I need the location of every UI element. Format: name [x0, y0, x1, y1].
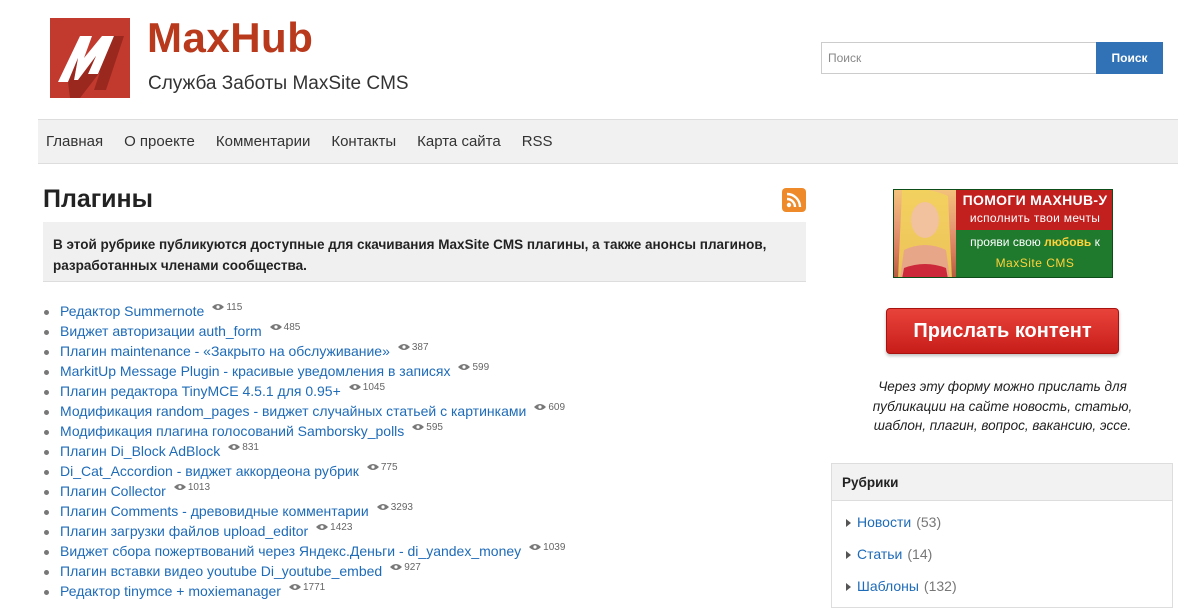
post-link[interactable]: Редактор Summernote — [60, 300, 204, 321]
post-link[interactable]: Редактор tinymce + moxiemanager — [60, 580, 281, 601]
banner-photo — [894, 190, 956, 277]
post-link[interactable]: Di_Cat_Accordion - виджет аккордеона руб… — [60, 460, 359, 481]
rubric-link-templates[interactable]: Шаблоны — [857, 578, 919, 594]
rubrics-list: Новости (53) Статьи (14) Шаблоны (132) — [832, 501, 1172, 607]
list-item: Модификация random_pages - виджет случай… — [43, 400, 565, 420]
list-item: Редактор Summernote 115 — [43, 300, 565, 320]
category-description: В этой рубрике публикуются доступные для… — [43, 222, 806, 282]
rubric-count: (53) — [916, 514, 942, 530]
post-link[interactable]: Модификация плагина голосований Samborsk… — [60, 420, 404, 441]
view-count: 1423 — [316, 522, 352, 534]
list-item: Модификация плагина голосований Samborsk… — [43, 420, 565, 440]
list-item: Плагин Collector 1013 — [43, 480, 565, 500]
list-item: Плагин maintenance - «Закрыто на обслужи… — [43, 340, 565, 360]
post-link[interactable]: Плагин Comments - древовидные комментари… — [60, 500, 369, 521]
post-link[interactable]: Модификация random_pages - виджет случай… — [60, 400, 526, 421]
eye-icon — [458, 364, 471, 371]
view-count: 485 — [269, 322, 300, 334]
view-count: 387 — [397, 342, 429, 354]
list-item: Плагин вставки видео youtube Di_youtube_… — [43, 560, 565, 580]
eye-icon — [228, 444, 241, 451]
rubric-count: (132) — [923, 578, 957, 594]
list-item: MarkitUp Message Plugin - красивые уведо… — [43, 360, 565, 380]
view-count: 595 — [412, 422, 443, 434]
eye-icon — [529, 544, 542, 551]
page-title: Плагины — [43, 185, 153, 213]
view-count: 115 — [212, 302, 242, 314]
view-count: 3293 — [376, 502, 413, 514]
post-link[interactable]: MarkitUp Message Plugin - красивые уведо… — [60, 360, 450, 381]
search-input[interactable] — [821, 42, 1097, 74]
rubric-link-news[interactable]: Новости — [857, 514, 911, 530]
view-count: 775 — [366, 462, 398, 474]
list-item: Плагин Di_Block AdBlock 831 — [43, 440, 565, 460]
rubrics-widget: Рубрики Новости (53) Статьи (14) Шаблоны (1… — [831, 463, 1173, 608]
view-count: 599 — [458, 362, 489, 374]
eye-icon — [288, 584, 301, 591]
post-link[interactable]: Плагин загрузки файлов upload_editor — [60, 520, 308, 541]
rubrics-title: Рубрики — [832, 464, 1172, 501]
nav-item-sitemap[interactable]: Карта сайта — [417, 133, 501, 150]
post-link[interactable]: Плагин редактора TinyMCE 4.5.1 для 0.95+ — [60, 380, 341, 401]
view-count: 1013 — [173, 482, 210, 494]
site-title[interactable]: MaxHub — [147, 14, 313, 62]
list-item: Редактор tinymce + moxiemanager 1771 — [43, 580, 565, 600]
rubric-count: (14) — [907, 546, 933, 562]
banner-subheading: исполнить твои мечты — [969, 211, 1101, 225]
view-count: 1039 — [529, 542, 565, 554]
banner-heading: ПОМОГИ MAXHUB-У — [962, 192, 1108, 208]
eye-icon — [390, 564, 403, 571]
rubric-item: Шаблоны (132) — [846, 575, 1172, 607]
view-count: 927 — [390, 562, 421, 574]
view-count: 1045 — [348, 382, 385, 394]
search-button[interactable]: Поиск — [1096, 42, 1163, 74]
list-item: Плагин Comments - древовидные комментари… — [43, 500, 565, 520]
nav-item-contacts[interactable]: Контакты — [331, 133, 396, 150]
view-count: 831 — [228, 442, 259, 454]
list-item: Виджет авторизации auth_form 485 — [43, 320, 565, 340]
list-item: Виджет сбора пожертвований через Яндекс.… — [43, 540, 565, 560]
nav-item-home[interactable]: Главная — [46, 133, 103, 150]
site-logo[interactable] — [50, 18, 130, 98]
list-item: Плагин редактора TinyMCE 4.5.1 для 0.95+… — [43, 380, 565, 400]
banner-text: прояви свою любовь к — [970, 235, 1100, 249]
post-link[interactable]: Плагин вставки видео youtube Di_youtube_… — [60, 560, 382, 581]
eye-icon — [212, 304, 225, 311]
post-link[interactable]: Плагин Di_Block AdBlock — [60, 440, 220, 461]
banner-footer: MaxSite CMS — [995, 256, 1075, 270]
list-item: Di_Cat_Accordion - виджет аккордеона руб… — [43, 460, 565, 480]
send-content-button[interactable]: Прислать контент — [886, 308, 1119, 354]
eye-icon — [366, 464, 379, 471]
post-link[interactable]: Плагин Collector — [60, 480, 166, 501]
eye-icon — [316, 524, 329, 531]
eye-icon — [412, 424, 425, 431]
eye-icon — [173, 484, 186, 491]
nav-item-about[interactable]: О проекте — [124, 133, 195, 150]
eye-icon — [348, 384, 361, 391]
rubric-item: Статьи (14) — [846, 543, 1172, 575]
post-link[interactable]: Плагин maintenance - «Закрыто на обслужи… — [60, 340, 390, 361]
eye-icon — [376, 504, 389, 511]
main-nav: Главная О проекте Комментарии Контакты К… — [38, 119, 1178, 164]
post-link[interactable]: Виджет сбора пожертвований через Яндекс.… — [60, 540, 521, 561]
rubric-item: Новости (53) — [846, 511, 1172, 543]
rss-feed-icon[interactable] — [782, 188, 806, 212]
post-link[interactable]: Виджет авторизации auth_form — [60, 320, 262, 341]
eye-icon — [534, 404, 547, 411]
eye-icon — [269, 324, 282, 331]
rubric-link-articles[interactable]: Статьи — [857, 546, 902, 562]
list-item: Плагин загрузки файлов upload_editor 1423 — [43, 520, 565, 540]
donation-banner[interactable]: ПОМОГИ MAXHUB-У исполнить твои мечты про… — [893, 189, 1113, 278]
send-note: Через эту форму можно прислать для публи… — [872, 379, 1133, 433]
eye-icon — [397, 344, 410, 351]
post-list: Редактор Summernote 115 Виджет авторизаци… — [43, 300, 565, 600]
view-count: 609 — [534, 402, 565, 414]
nav-item-comments[interactable]: Комментарии — [216, 133, 310, 150]
nav-item-rss[interactable]: RSS — [522, 133, 553, 150]
view-count: 1771 — [288, 582, 325, 594]
maxhub-logo-icon — [58, 36, 124, 98]
site-subtitle: Служба Заботы MaxSite CMS — [148, 73, 409, 94]
